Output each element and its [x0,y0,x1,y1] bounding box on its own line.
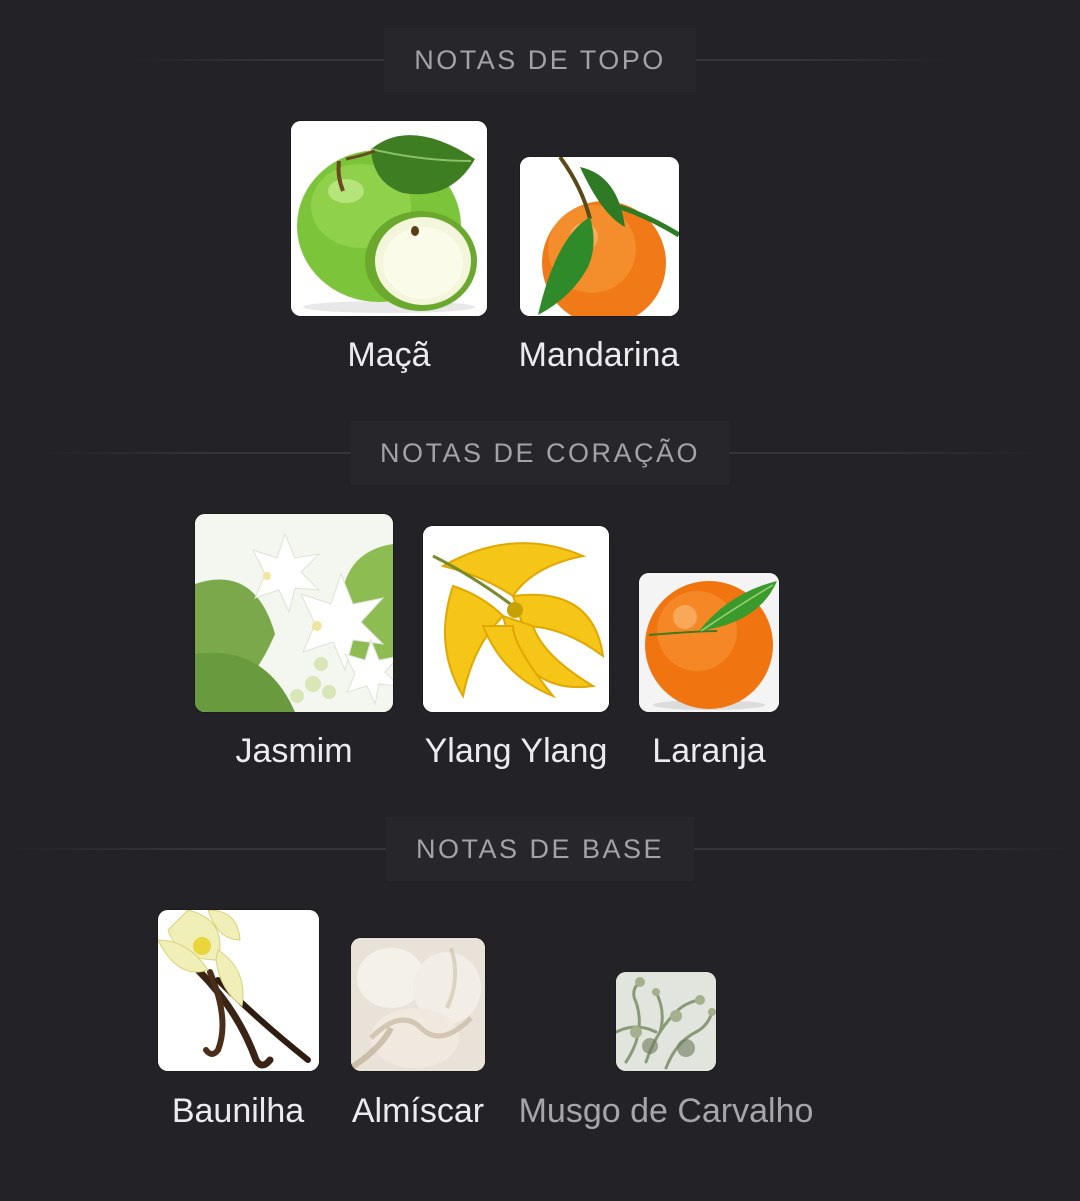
section-title-heart-notes: NOTAS DE CORAÇÃO [349,421,731,485]
note-label-jasmine: Jasmim [235,732,353,770]
green-apple-icon[interactable] [291,121,487,316]
note-label-mandarin: Mandarina [518,336,680,374]
section-header-base-notes: NOTAS DE BASE [0,817,1080,881]
note-label-orange: Laranja [652,732,766,770]
section-title-top-notes: NOTAS DE TOPO [384,28,696,92]
musk-icon[interactable] [351,938,485,1071]
mandarin-icon[interactable] [520,157,679,316]
section-header-top-notes: NOTAS DE TOPO [0,28,1080,92]
note-label-apple: Maçã [347,336,431,374]
note-label-ylang-ylang: Ylang Ylang [424,732,608,770]
oakmoss-icon[interactable] [616,972,716,1071]
section-header-heart-notes: NOTAS DE CORAÇÃO [0,421,1080,485]
section-title-base-notes: NOTAS DE BASE [385,817,695,881]
note-label-vanilla: Baunilha [171,1092,305,1130]
note-label-musk: Almíscar [351,1092,485,1130]
orange-icon[interactable] [639,573,779,712]
note-label-oakmoss: Musgo de Carvalho [518,1092,814,1130]
jasmine-icon[interactable] [195,514,393,712]
vanilla-icon[interactable] [158,910,319,1071]
ylang-ylang-icon[interactable] [423,526,609,712]
fragrance-notes-pyramid: NOTAS DE TOPO Maçã Mandarina NOTAS DE CO… [0,0,1080,1201]
